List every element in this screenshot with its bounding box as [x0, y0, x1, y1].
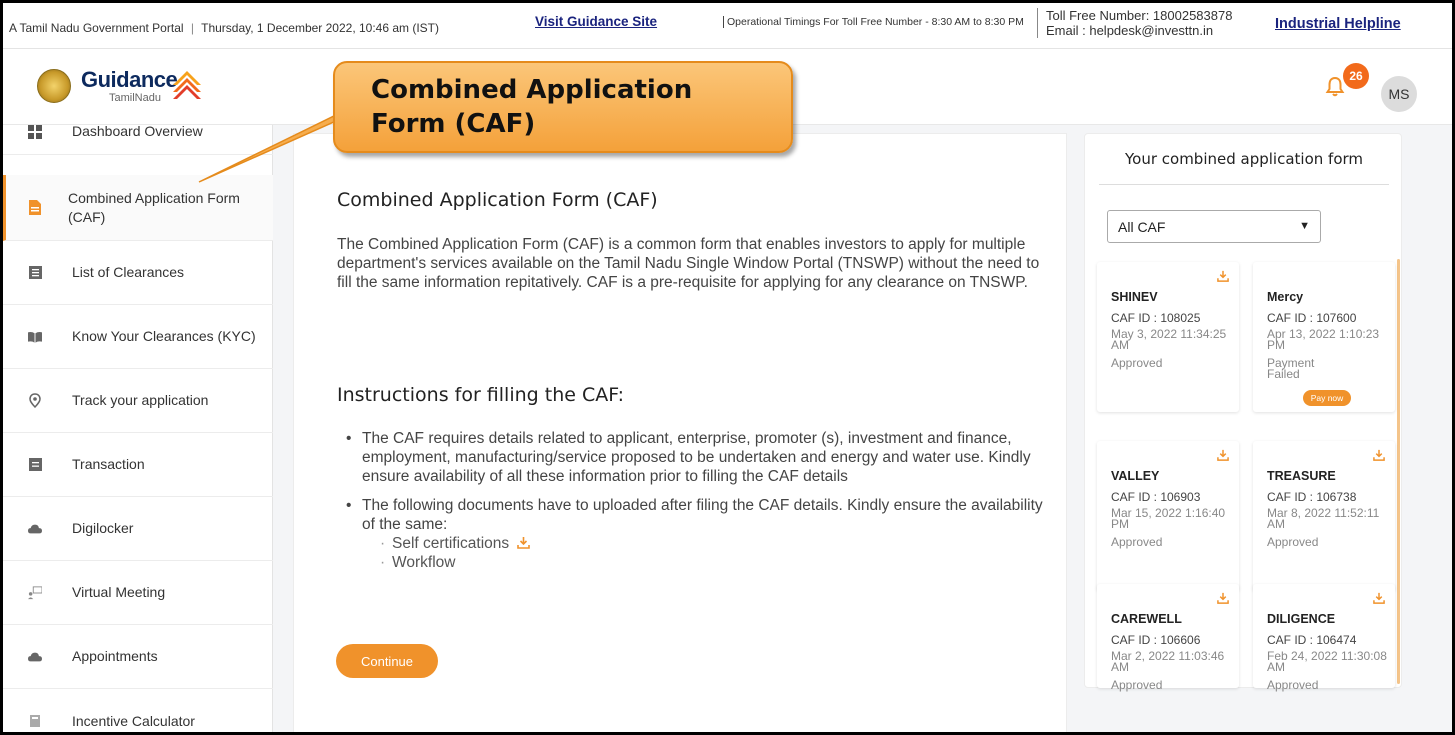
calculator-icon: [28, 714, 42, 728]
caf-status: Payment Failed: [1267, 356, 1315, 381]
instruction-text: The following documents have to uploaded…: [362, 497, 1043, 533]
caf-name: CAREWELL: [1111, 612, 1182, 626]
caf-card[interactable]: CAREWELL CAF ID : 106606 Mar 2, 2022 11:…: [1097, 584, 1239, 692]
cloud-icon: [28, 522, 42, 536]
download-icon[interactable]: [1373, 449, 1385, 461]
caf-status: Approved: [1111, 356, 1163, 370]
sidebar-item-list-of-clearances[interactable]: List of Clearances: [3, 241, 273, 305]
caf-name: TREASURE: [1267, 469, 1336, 483]
caf-filter-value: All CAF: [1118, 218, 1166, 235]
caf-name: DILIGENCE: [1267, 612, 1336, 626]
receipt-icon: [28, 458, 42, 472]
download-icon[interactable]: [517, 536, 531, 549]
sidebar-item-label: Track your application: [72, 392, 209, 408]
cloud-icon: [28, 650, 42, 664]
sidebar-item-label: Digilocker: [72, 520, 134, 536]
caf-name: SHINEV: [1111, 290, 1158, 304]
document-item-workflow: · Workflow: [380, 554, 456, 571]
instructions-list: The CAF requires details related to appl…: [344, 429, 1056, 582]
callout-line: Form (CAF): [371, 109, 536, 139]
sidebar-item-digilocker[interactable]: Digilocker: [3, 497, 273, 561]
download-icon[interactable]: [1217, 270, 1229, 282]
caf-status: Approved: [1267, 535, 1319, 549]
caf-date: Apr 13, 2022 1:10:23 PM: [1267, 327, 1380, 352]
caf-date: Feb 24, 2022 11:30:08 AM: [1267, 649, 1387, 674]
sidebar-item-label: Transaction: [72, 456, 145, 472]
caf-status: Approved: [1111, 678, 1163, 692]
caf-card[interactable]: VALLEY CAF ID : 106903 Mar 15, 2022 1:16…: [1097, 441, 1239, 591]
caf-card[interactable]: DILIGENCE CAF ID : 106474 Feb 24, 2022 1…: [1253, 584, 1395, 692]
caf-date: Mar 2, 2022 11:03:46 AM: [1111, 649, 1225, 674]
sidebar-item-label: Appointments: [72, 648, 158, 664]
caf-status: Approved: [1111, 535, 1163, 549]
caf-id: CAF ID : 106738: [1267, 490, 1357, 504]
book-icon: [28, 330, 42, 344]
sidebar-item-transaction[interactable]: Transaction: [3, 433, 273, 497]
caf-card[interactable]: TREASURE CAF ID : 106738 Mar 8, 2022 11:…: [1253, 441, 1395, 591]
panel-scrollbar[interactable]: [1397, 259, 1400, 684]
video-meeting-icon: [28, 585, 42, 600]
document-label: Self certifications: [392, 535, 510, 552]
user-avatar[interactable]: MS: [1381, 76, 1417, 112]
pay-now-button[interactable]: Pay now: [1303, 390, 1351, 406]
caf-filter-select[interactable]: All CAF ▼: [1107, 210, 1321, 243]
page-frame: A Tamil Nadu Government Portal | Thursda…: [0, 0, 1455, 735]
notification-count-badge[interactable]: 26: [1343, 63, 1369, 89]
callout-text: Combined Application Form (CAF): [371, 73, 692, 141]
caf-info-card: Combined Application Form (CAF) The Comb…: [293, 133, 1067, 732]
sidebar-item-label: List of Clearances: [72, 264, 185, 280]
chevron-down-icon: ▼: [1299, 220, 1310, 232]
your-caf-panel: Your combined application form All CAF ▼…: [1084, 133, 1402, 692]
sidebar-item-track-application[interactable]: Track your application: [3, 369, 273, 433]
sidebar-item-appointments[interactable]: Appointments: [3, 625, 273, 689]
sidebar-item-kyc[interactable]: Know Your Clearances (KYC): [3, 305, 273, 369]
caf-id: CAF ID : 107600: [1267, 311, 1357, 325]
instruction-item: The following documents have to uploaded…: [344, 496, 1056, 572]
instruction-item: The CAF requires details related to appl…: [344, 429, 1056, 486]
document-item-self-certifications: · Self certifications: [362, 534, 1056, 553]
download-icon[interactable]: [1373, 592, 1385, 604]
caf-name: VALLEY: [1111, 469, 1160, 483]
contact-info: Toll Free Number: 18002583878 Email : he…: [1037, 8, 1232, 38]
sidebar-item-label: Know Your Clearances (KYC): [72, 328, 256, 344]
caf-status: Approved: [1267, 678, 1319, 692]
sidebar-item-label: Virtual Meeting: [72, 584, 166, 600]
toll-free-number: Toll Free Number: 18002583878: [1046, 8, 1233, 23]
divider: [1099, 184, 1389, 185]
caf-card[interactable]: Mercy CAF ID : 107600 Apr 13, 2022 1:10:…: [1253, 262, 1395, 412]
callout-annotation: Combined Application Form (CAF): [333, 61, 793, 153]
sidebar-item-incentive-calculator[interactable]: Incentive Calculator: [3, 689, 273, 732]
caf-name: Mercy: [1267, 290, 1304, 304]
callout-line: Combined Application: [371, 75, 693, 105]
caf-id: CAF ID : 106474: [1267, 633, 1357, 647]
sidebar-item-virtual-meeting[interactable]: Virtual Meeting: [3, 561, 273, 625]
caf-card[interactable]: SHINEV CAF ID : 108025 May 3, 2022 11:34…: [1097, 262, 1239, 412]
sidebar: Dashboard Overview Combined Application …: [3, 123, 273, 732]
instructions-title: Instructions for filling the CAF:: [337, 384, 625, 406]
panel-title: Your combined application form: [1124, 150, 1364, 168]
industrial-helpline-link[interactable]: Industrial Helpline: [1275, 16, 1401, 32]
caf-date: May 3, 2022 11:34:25 AM: [1111, 327, 1227, 352]
location-pin-icon: [28, 393, 42, 408]
operational-timings: Operational Timings For Toll Free Number…: [723, 16, 1024, 28]
download-icon[interactable]: [1217, 592, 1229, 604]
caf-date: Mar 8, 2022 11:52:11 AM: [1267, 506, 1380, 531]
caf-description: The Combined Application Form (CAF) is a…: [337, 236, 1040, 291]
continue-button[interactable]: Continue: [336, 644, 438, 678]
visit-guidance-link[interactable]: Visit Guidance Site: [535, 14, 657, 29]
sidebar-item-label: Incentive Calculator: [72, 712, 195, 729]
list-icon: [28, 266, 42, 280]
download-icon[interactable]: [1217, 449, 1229, 461]
document-label: Workflow: [392, 554, 456, 571]
caf-id: CAF ID : 106606: [1111, 633, 1201, 647]
caf-id: CAF ID : 108025: [1111, 311, 1201, 325]
caf-date: Mar 15, 2022 1:16:40 PM: [1111, 506, 1226, 531]
caf-id: CAF ID : 106903: [1111, 490, 1201, 504]
helpdesk-email: Email : helpdesk@investtn.in: [1046, 23, 1214, 38]
